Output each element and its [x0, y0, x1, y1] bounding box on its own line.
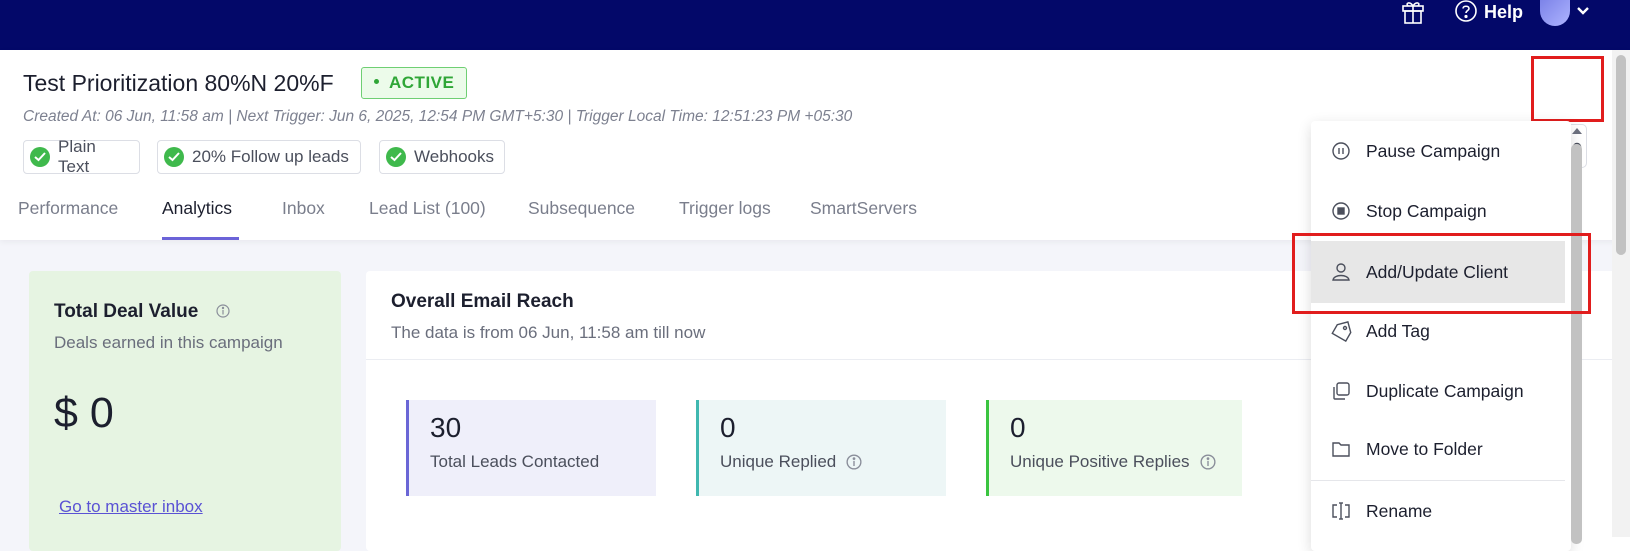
chevron-down-icon[interactable] [1575, 3, 1591, 19]
info-icon[interactable] [846, 454, 862, 470]
menu-item-label: Stop Campaign [1366, 200, 1487, 221]
tab-inbox[interactable]: Inbox [282, 198, 325, 219]
menu-item-label: Duplicate Campaign [1366, 380, 1524, 401]
menu-item-label: Move to Folder [1366, 438, 1483, 459]
check-icon [30, 147, 50, 167]
menu-item-label: Add Tag [1366, 320, 1430, 341]
check-icon [164, 147, 184, 167]
tab-trigger-logs[interactable]: Trigger logs [679, 198, 771, 219]
menu-item-duplicate-campaign[interactable]: Duplicate Campaign [1311, 361, 1565, 421]
tab-performance[interactable]: Performance [18, 198, 118, 219]
feature-tag-webhooks: Webhooks [379, 140, 505, 174]
tab-analytics[interactable]: Analytics [162, 198, 232, 219]
stat-label: Unique Replied [720, 452, 837, 471]
campaign-actions-menu: Pause Campaign Stop Campaign Add/Update … [1311, 121, 1571, 551]
status-badge: ACTIVE [361, 67, 468, 99]
menu-scrollbar[interactable] [1571, 144, 1582, 544]
tab-lead-list[interactable]: Lead List (100) [369, 198, 486, 219]
scroll-up-arrow-icon[interactable] [1570, 126, 1584, 136]
feature-label: 20% Follow up leads [192, 147, 349, 166]
feature-label: Plain Text [58, 137, 96, 176]
highlight-box-add-update-client [1292, 233, 1591, 314]
folder-icon [1332, 442, 1350, 457]
gift-icon[interactable] [1400, 0, 1426, 26]
check-icon [386, 147, 406, 167]
top-navigation-bar: Help [0, 0, 1630, 50]
stat-unique-positive-replies: 0 Unique Positive Replies [986, 400, 1242, 496]
tag-icon [1331, 321, 1352, 342]
status-dot [374, 79, 379, 85]
tab-subsequence[interactable]: Subsequence [528, 198, 635, 219]
menu-item-label: Pause Campaign [1366, 140, 1501, 161]
stat-value: 0 [720, 412, 736, 443]
stat-total-leads-contacted: 30 Total Leads Contacted [406, 400, 656, 496]
active-tab-indicator [162, 237, 239, 240]
menu-item-pause-campaign[interactable]: Pause Campaign [1311, 121, 1565, 181]
menu-item-label: Rename [1366, 500, 1433, 521]
master-inbox-link[interactable]: Go to master inbox [59, 497, 203, 517]
help-icon[interactable] [1454, 0, 1478, 24]
stat-label: Unique Positive Replies [1010, 452, 1190, 471]
deal-value: $ 0 [54, 389, 114, 437]
rename-icon [1332, 502, 1350, 520]
menu-item-rename[interactable]: Rename [1311, 481, 1565, 541]
deal-card-subtitle: Deals earned in this campaign [54, 333, 283, 352]
help-link[interactable]: Help [1484, 2, 1523, 23]
feature-label: Webhooks [414, 147, 495, 166]
highlight-box-more-button [1531, 56, 1604, 122]
campaign-title: Test Prioritization 80%N 20%F [23, 70, 334, 96]
status-label: ACTIVE [389, 73, 455, 92]
reach-card-subtitle: The data is from 06 Jun, 11:58 am till n… [391, 323, 706, 342]
stat-value: 0 [1010, 412, 1026, 443]
reach-card-title: Overall Email Reach [391, 291, 574, 312]
stat-value: 30 [430, 412, 462, 443]
menu-item-stop-campaign[interactable]: Stop Campaign [1311, 181, 1565, 241]
stop-icon [1332, 202, 1350, 220]
page-scrollbar[interactable] [1616, 55, 1626, 255]
feature-tag-plain-text: Plain Text [23, 137, 140, 176]
feature-tag-follow-up: 20% Follow up leads [157, 140, 361, 174]
deal-card-title: Total Deal Value [54, 301, 199, 322]
campaign-meta: Created At: 06 Jun, 11:58 am | Next Trig… [23, 108, 853, 125]
avatar[interactable] [1540, 0, 1570, 26]
tab-smartservers[interactable]: SmartServers [810, 198, 917, 219]
duplicate-icon [1333, 382, 1350, 400]
stat-unique-replied: 0 Unique Replied [696, 400, 946, 496]
total-deal-value-card: Total Deal Value Deals earned in this ca… [29, 271, 341, 551]
pause-icon [1332, 142, 1350, 160]
stat-label: Total Leads Contacted [430, 452, 600, 471]
info-icon[interactable] [1200, 454, 1216, 470]
info-icon[interactable] [216, 304, 230, 318]
menu-item-move-to-folder[interactable]: Move to Folder [1311, 419, 1565, 479]
